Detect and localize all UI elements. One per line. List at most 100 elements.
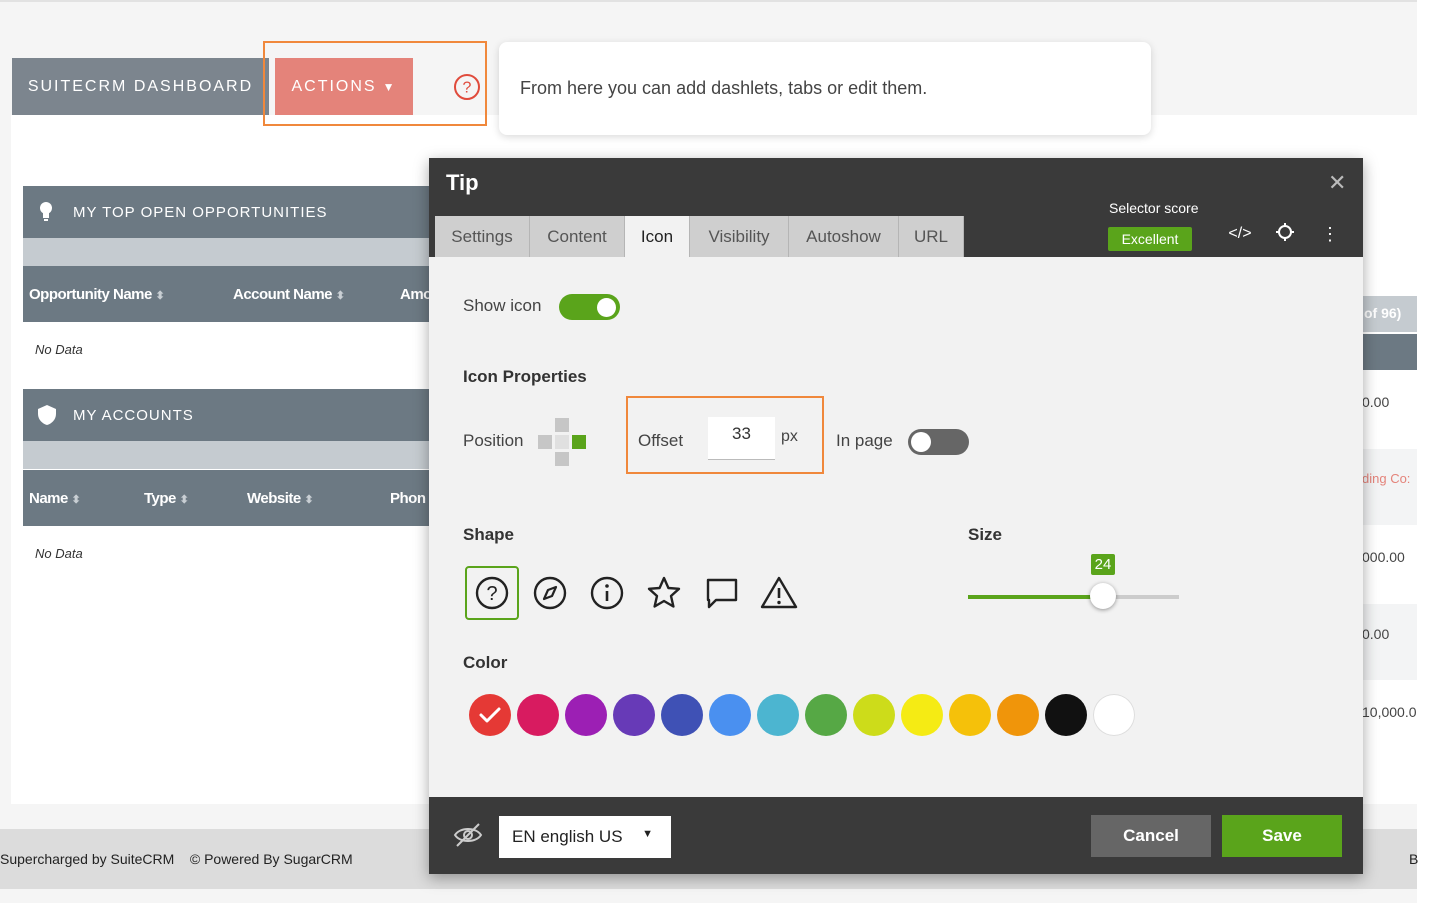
- size-slider-handle[interactable]: [1090, 583, 1116, 609]
- shape-warning-button[interactable]: [752, 566, 806, 620]
- shape-info-button[interactable]: [580, 566, 634, 620]
- page-edge: [1417, 0, 1429, 903]
- color-swatch[interactable]: [997, 694, 1039, 736]
- column-opportunity-name[interactable]: Opportunity Name ⬍: [29, 286, 165, 303]
- language-select[interactable]: EN english US ▼: [499, 816, 671, 858]
- top-divider: [0, 0, 1429, 2]
- toggle-knob: [597, 298, 616, 317]
- color-swatch[interactable]: [469, 694, 511, 736]
- color-swatch[interactable]: [853, 694, 895, 736]
- position-picker[interactable]: [537, 417, 587, 467]
- dashlet-column-header: Opportunity Name ⬍ Account Name ⬍ Amo: [23, 266, 433, 322]
- footer-credits: Supercharged by SuiteCRM © Powered By Su…: [0, 851, 353, 867]
- sort-icon: ⬍: [155, 290, 165, 302]
- sort-icon: ⬍: [335, 290, 345, 302]
- row-stripe: [1363, 604, 1417, 680]
- shape-speech-bubble-button[interactable]: [695, 566, 749, 620]
- column-amount[interactable]: Amo: [400, 286, 432, 303]
- column-name[interactable]: Name ⬍: [29, 490, 81, 507]
- column-type[interactable]: Type ⬍: [144, 490, 189, 507]
- offset-unit: px: [781, 428, 798, 445]
- language-value: EN english US: [512, 827, 623, 846]
- color-swatch[interactable]: [1093, 694, 1135, 736]
- checkmark-icon: [479, 707, 501, 723]
- tab-visibility[interactable]: Visibility: [690, 216, 789, 257]
- dashlet-title: MY ACCOUNTS: [73, 406, 194, 424]
- selector-score-label: Selector score: [1109, 200, 1199, 216]
- footer-right-text: B: [1409, 851, 1419, 867]
- color-swatch[interactable]: [1045, 694, 1087, 736]
- size-slider-fill: [968, 595, 1103, 599]
- size-heading: Size: [968, 525, 1003, 544]
- help-circle-icon[interactable]: ?: [453, 73, 481, 101]
- sort-icon: ⬍: [304, 494, 314, 506]
- icon-properties-heading: Icon Properties: [463, 367, 587, 386]
- no-data-text: No Data: [35, 546, 83, 561]
- cell-value: 000.00: [1362, 549, 1405, 565]
- in-page-label: In page: [836, 431, 893, 450]
- color-swatch[interactable]: [805, 694, 847, 736]
- code-icon[interactable]: </>: [1228, 222, 1252, 246]
- info-circle-icon: [590, 576, 624, 610]
- cell-value: 10,000.0: [1362, 704, 1417, 720]
- save-button[interactable]: Save: [1222, 815, 1342, 857]
- color-swatch[interactable]: [517, 694, 559, 736]
- tab-content[interactable]: Content: [530, 216, 625, 257]
- shape-question-button[interactable]: ?: [465, 566, 519, 620]
- cancel-button[interactable]: Cancel: [1091, 815, 1211, 857]
- color-swatch[interactable]: [661, 694, 703, 736]
- dashlet-header-accounts: MY ACCOUNTS: [23, 389, 433, 441]
- column-website[interactable]: Website ⬍: [247, 490, 314, 507]
- tip-callout: From here you can add dashlets, tabs or …: [499, 42, 1151, 135]
- column-account-name[interactable]: Account Name ⬍: [233, 286, 345, 303]
- tab-autoshow[interactable]: Autoshow: [789, 216, 899, 257]
- tab-url[interactable]: URL: [899, 216, 964, 257]
- size-slider-value: 24: [1091, 554, 1115, 575]
- column-phone[interactable]: Phon: [390, 490, 426, 507]
- dashboard-tab[interactable]: SUITECRM DASHBOARD: [12, 58, 269, 115]
- dialog-title: Tip: [446, 170, 479, 195]
- cell-link[interactable]: ding Co:: [1362, 471, 1410, 486]
- shape-star-button[interactable]: [637, 566, 691, 620]
- color-swatch[interactable]: [901, 694, 943, 736]
- offset-input[interactable]: [708, 417, 775, 460]
- color-swatch[interactable]: [709, 694, 751, 736]
- pagination-text: of 96): [1364, 305, 1402, 321]
- close-icon[interactable]: ✕: [1328, 170, 1346, 196]
- svg-text:?: ?: [463, 80, 472, 97]
- refresh-icon[interactable]: [1400, 198, 1417, 222]
- row-stripe: [1363, 449, 1417, 525]
- tab-icon[interactable]: Icon: [625, 216, 690, 257]
- dashboard-tab-label: SUITECRM DASHBOARD: [27, 77, 254, 95]
- eye-slash-icon[interactable]: [453, 821, 483, 849]
- dashlet-subbar: [23, 441, 433, 469]
- question-circle-icon: ?: [475, 576, 509, 610]
- tip-editor-dialog: Tip ✕ Settings Content Icon Visibility A…: [429, 158, 1363, 874]
- more-vertical-icon[interactable]: ⋮: [1318, 222, 1342, 246]
- cell-value: 0.00: [1362, 626, 1390, 642]
- warning-triangle-icon: [760, 576, 798, 609]
- svg-text:?: ?: [486, 583, 497, 605]
- color-swatch[interactable]: [949, 694, 991, 736]
- color-swatch[interactable]: [613, 694, 655, 736]
- sort-icon: ⬍: [71, 494, 81, 506]
- column-header-partial: [1363, 334, 1417, 370]
- dialog-footer: EN english US ▼ Cancel Save: [429, 797, 1363, 874]
- in-page-toggle[interactable]: [908, 429, 969, 455]
- tab-settings[interactable]: Settings: [435, 216, 530, 257]
- toggle-knob: [911, 432, 931, 452]
- callout-text: From here you can add dashlets, tabs or …: [520, 78, 928, 98]
- sort-icon: ⬍: [179, 494, 189, 506]
- shape-compass-button[interactable]: [523, 566, 577, 620]
- cell-value: 0.00: [1362, 394, 1390, 410]
- show-icon-toggle[interactable]: [559, 294, 620, 320]
- crosshair-icon[interactable]: [1275, 222, 1295, 242]
- show-icon-label: Show icon: [463, 296, 542, 315]
- color-swatch[interactable]: [565, 694, 607, 736]
- dashlet-title: MY TOP OPEN OPPORTUNITIES: [73, 203, 328, 221]
- speech-bubble-icon: [706, 578, 738, 609]
- edit-pencil-icon[interactable]: [1364, 198, 1388, 222]
- color-swatch[interactable]: [757, 694, 799, 736]
- shield-icon: [38, 405, 56, 425]
- lightbulb-icon: [40, 202, 52, 221]
